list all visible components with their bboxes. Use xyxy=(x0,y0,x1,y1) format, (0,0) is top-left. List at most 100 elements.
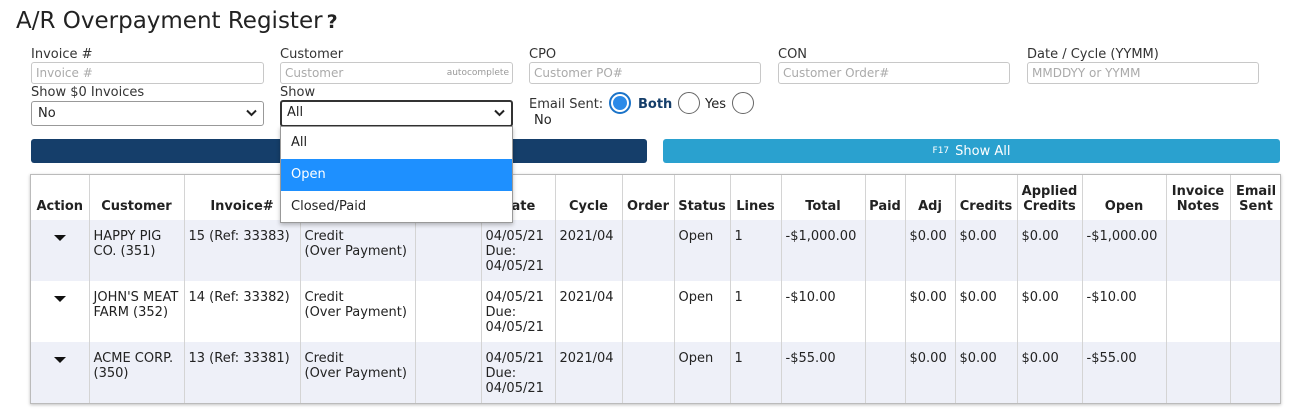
show-select[interactable]: All xyxy=(280,100,513,127)
show-dropdown-list[interactable]: All Open Closed/Paid xyxy=(280,126,513,223)
customer-input[interactable]: Customer autocomplete xyxy=(280,62,513,84)
customer-placeholder: Customer xyxy=(285,66,344,80)
cell-adj: $0.00 xyxy=(905,342,956,403)
column-header-customer[interactable]: Customer xyxy=(89,175,185,220)
email-sent-yes-radio[interactable] xyxy=(678,92,700,114)
show-all-shortcut: F17 xyxy=(932,146,950,156)
cell-status: Open xyxy=(674,342,731,403)
date-cycle-label: Date / Cycle (YYMM) xyxy=(1027,47,1159,62)
column-header-lines[interactable]: Lines xyxy=(730,175,782,220)
cell-paid xyxy=(865,342,906,403)
cell-paid xyxy=(865,220,906,281)
cell-adj: $0.00 xyxy=(905,281,956,342)
cell-open: -$10.00 xyxy=(1082,281,1167,342)
cell-memo xyxy=(415,220,482,281)
cell-lines: 1 xyxy=(730,220,782,281)
cell-email xyxy=(1230,220,1280,281)
column-header-open[interactable]: Open xyxy=(1082,175,1167,220)
column-header-applied-credits[interactable]: Applied Credits xyxy=(1017,175,1083,220)
show-option-closed-paid[interactable]: Closed/Paid xyxy=(281,191,512,223)
chevron-down-icon xyxy=(494,109,505,117)
cell-invoice: 13 (Ref: 33381) xyxy=(184,342,301,403)
page-title: A/R Overpayment Register? xyxy=(16,8,338,34)
row-action-cell[interactable] xyxy=(31,342,90,403)
cell-customer: HAPPY PIG CO. (351) xyxy=(89,220,185,281)
show-zero-label: Show $0 Invoices xyxy=(31,85,145,100)
cpo-placeholder: Customer PO# xyxy=(534,66,623,80)
con-input[interactable]: Customer Order# xyxy=(778,62,1010,84)
con-label: CON xyxy=(778,47,808,62)
date-cycle-placeholder: MMDDYY or YYMM xyxy=(1032,66,1141,80)
cell-invoice: 15 (Ref: 33383) xyxy=(184,220,301,281)
caret-down-icon[interactable] xyxy=(53,296,66,302)
con-placeholder: Customer Order# xyxy=(783,66,890,80)
cell-credits: $0.00 xyxy=(955,342,1018,403)
column-header-order[interactable]: Order xyxy=(622,175,675,220)
show-label: Show xyxy=(280,85,316,100)
cell-applied: $0.00 xyxy=(1017,220,1083,281)
autocomplete-hint: autocomplete xyxy=(446,68,509,78)
table-header-row: Action Customer Invoice# Date Cycle Order Stat… xyxy=(31,175,1280,220)
cell-total: -$10.00 xyxy=(781,281,866,342)
email-sent-both-label: Both xyxy=(638,97,673,112)
column-header-adj[interactable]: Adj xyxy=(905,175,956,220)
column-header-cycle[interactable]: Cycle xyxy=(555,175,623,220)
cell-customer: JOHN'S MEAT FARM (352) xyxy=(89,281,185,342)
cell-cycle: 2021/04 xyxy=(555,281,623,342)
row-action-cell[interactable] xyxy=(31,220,90,281)
cell-status: Open xyxy=(674,281,731,342)
cell-type: Credit (Over Payment) xyxy=(300,342,416,403)
register-table: Action Customer Invoice# Date Cycle Order Stat… xyxy=(30,174,1281,404)
caret-down-icon[interactable] xyxy=(53,235,66,241)
invoice-input[interactable]: Invoice # xyxy=(31,62,264,84)
help-icon[interactable]: ? xyxy=(327,11,338,33)
cell-lines: 1 xyxy=(730,342,782,403)
cell-applied: $0.00 xyxy=(1017,342,1083,403)
email-sent-yes-label: Yes xyxy=(705,97,726,112)
column-header-total[interactable]: Total xyxy=(781,175,866,220)
email-sent-both-radio[interactable] xyxy=(609,92,631,114)
show-zero-select[interactable]: No xyxy=(31,101,264,126)
cell-date: 04/05/21 Due: 04/05/21 xyxy=(481,342,556,403)
email-sent-no-radio[interactable] xyxy=(732,92,754,114)
cell-notes xyxy=(1166,220,1231,281)
cell-email xyxy=(1230,342,1280,403)
cell-memo xyxy=(415,281,482,342)
customer-label: Customer xyxy=(280,47,344,62)
email-sent-label: Email Sent: xyxy=(529,97,604,112)
cell-memo xyxy=(415,342,482,403)
show-all-label: Show All xyxy=(955,143,1011,159)
show-option-open[interactable]: Open xyxy=(281,159,512,191)
row-action-cell[interactable] xyxy=(31,281,90,342)
cell-total: -$55.00 xyxy=(781,342,866,403)
show-all-button[interactable]: F17 Show All xyxy=(663,139,1280,163)
cell-customer: ACME CORP. (350) xyxy=(89,342,185,403)
cell-lines: 1 xyxy=(730,281,782,342)
cpo-input[interactable]: Customer PO# xyxy=(529,62,761,84)
show-option-all[interactable]: All xyxy=(281,127,512,159)
show-zero-value: No xyxy=(38,106,56,121)
column-header-credits[interactable]: Credits xyxy=(955,175,1018,220)
cell-paid xyxy=(865,281,906,342)
date-cycle-input[interactable]: MMDDYY or YYMM xyxy=(1027,62,1259,84)
column-header-email-sent[interactable]: Email Sent xyxy=(1230,175,1280,220)
cell-credits: $0.00 xyxy=(955,220,1018,281)
column-header-paid[interactable]: Paid xyxy=(865,175,906,220)
cell-cycle: 2021/04 xyxy=(555,220,623,281)
cell-order xyxy=(622,281,675,342)
cpo-label: CPO xyxy=(529,47,557,62)
column-header-invoice-notes[interactable]: Invoice Notes xyxy=(1166,175,1231,220)
cell-order xyxy=(622,220,675,281)
cell-type: Credit (Over Payment) xyxy=(300,220,416,281)
page-title-text: A/R Overpayment Register xyxy=(16,8,323,34)
cell-date: 04/05/21 Due: 04/05/21 xyxy=(481,220,556,281)
cell-email xyxy=(1230,281,1280,342)
caret-down-icon[interactable] xyxy=(53,357,66,363)
cell-type: Credit (Over Payment) xyxy=(300,281,416,342)
cell-date: 04/05/21 Due: 04/05/21 xyxy=(481,281,556,342)
invoice-label: Invoice # xyxy=(31,47,93,62)
cell-total: -$1,000.00 xyxy=(781,220,866,281)
column-header-status[interactable]: Status xyxy=(674,175,731,220)
cell-open: -$55.00 xyxy=(1082,342,1167,403)
column-header-action[interactable]: Action xyxy=(31,175,90,220)
